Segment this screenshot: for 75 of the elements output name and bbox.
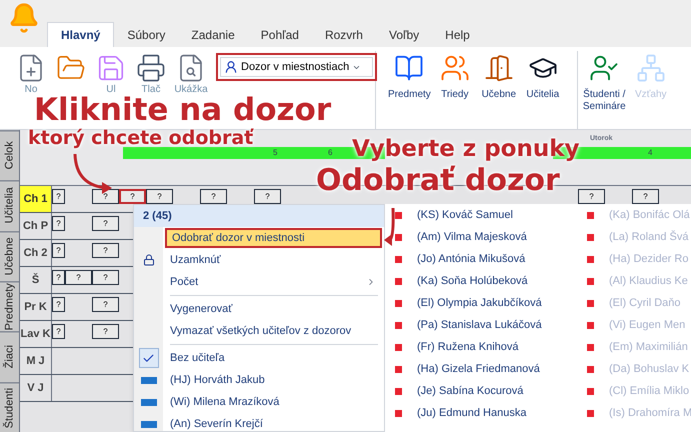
side-tab[interactable]: Učebne	[0, 230, 19, 281]
person-check-icon[interactable]	[589, 53, 620, 83]
supervision-cell[interactable]: ?	[92, 270, 119, 285]
room-label[interactable]: Ch P	[20, 213, 52, 239]
menu-item[interactable]: (Ka) Soňa Holúbeková	[417, 272, 528, 290]
check-icon	[142, 352, 155, 364]
supervision-cell[interactable]: ?	[119, 189, 146, 204]
arrow-drawing	[384, 208, 395, 246]
period-number: 5	[273, 147, 278, 159]
lock-icon	[142, 254, 154, 266]
supervision-cell[interactable]: ?	[146, 189, 173, 204]
menu-item[interactable]: Uzamknúť	[165, 250, 382, 270]
book-icon[interactable]	[394, 53, 424, 83]
toolbar-button-label[interactable]: Učebne	[482, 89, 516, 101]
annotation-text: Vyberte z ponuky	[352, 138, 580, 161]
toolbar-button-label[interactable]: Predmety	[388, 89, 431, 101]
toolbar-button-label[interactable]: Triedy	[441, 89, 468, 101]
menu-item[interactable]: (Wi) Milena Mrazíková	[165, 392, 382, 412]
supervision-cell[interactable]: ?	[92, 216, 119, 231]
ribbon-tab[interactable]: Zadanie	[178, 22, 248, 47]
menu-item[interactable]: (Pa) Stanislava Lukáčová	[417, 316, 542, 334]
menu-header: 2 (45)	[134, 205, 384, 227]
menu-item[interactable]: (El) Olympia Jakubčíková	[417, 294, 542, 312]
menu-item[interactable]: (Fr) Ružena Knihová	[417, 338, 518, 356]
door-icon[interactable]	[484, 53, 514, 83]
side-tab[interactable]: Učitelia	[0, 180, 19, 231]
side-tab[interactable]: Celok	[0, 130, 19, 180]
side-tab[interactable]: Predmety	[0, 280, 19, 332]
period-number: 4	[648, 147, 652, 159]
ribbon-tab[interactable]: Help	[432, 22, 483, 47]
menu-item[interactable]: (KS) Kováč Samuel	[417, 206, 513, 224]
ribbon-tab[interactable]: Súbory	[114, 22, 178, 47]
menu-item[interactable]: Vymazať všetkých učiteľov z dozorov	[165, 321, 382, 341]
menu-item[interactable]: Vygenerovať	[165, 299, 382, 319]
ribbon-tab[interactable]: Pohľad	[248, 22, 312, 47]
menu-item[interactable]: (Jo) Antónia Mikušová	[417, 250, 526, 268]
menu-item[interactable]: (An) Severín Krejčí	[165, 414, 382, 432]
supervision-cell[interactable]: ?	[52, 270, 65, 285]
supervision-cell[interactable]: ?	[52, 297, 65, 312]
annotation-text: Kliknite na dozor	[34, 95, 332, 126]
menu-item[interactable]: (Ju) Edmund Hanuska	[417, 404, 526, 422]
menu-item[interactable]: Bez učiteľa	[165, 348, 382, 368]
supervision-cell[interactable]: ?	[92, 189, 119, 204]
ribbon-tab[interactable]: Voľby	[376, 22, 432, 47]
side-tab[interactable]: Študenti	[0, 382, 19, 432]
supervision-cell[interactable]: ?	[92, 324, 119, 339]
menu-item[interactable]: (Am) Vilma Majesková	[417, 228, 527, 246]
menu-item[interactable]: (Je) Sabína Kocurová	[417, 382, 524, 400]
side-tab[interactable]: Žiaci	[0, 331, 19, 382]
people-icon[interactable]	[440, 53, 470, 83]
supervision-cell[interactable]: ?	[52, 216, 65, 231]
menu-item[interactable]: Odobrať dozor v miestnosti	[165, 228, 382, 248]
menu-item[interactable]: Počet	[165, 272, 382, 292]
room-label[interactable]: Ch 1	[20, 186, 52, 212]
supervision-cell[interactable]: ?	[632, 189, 659, 204]
printer-icon[interactable]	[136, 53, 166, 83]
supervision-cell[interactable]: ?	[92, 297, 119, 312]
supervision-cell[interactable]: ?	[52, 243, 65, 258]
toolbar-button-label[interactable]: Učitelia	[526, 89, 560, 101]
supervision-cell[interactable]: ?	[254, 189, 281, 204]
ribbon-tab[interactable]: Hlavný	[47, 22, 114, 47]
view-dropdown[interactable]: Dozor v miestnostiach	[220, 57, 373, 77]
supervision-cell[interactable]: ?	[52, 189, 65, 204]
menu-item[interactable]: (Ha) Gizela Friedmanová	[417, 360, 540, 378]
menu-item[interactable]: (HJ) Horváth Jakub	[165, 370, 382, 390]
ribbon-tab[interactable]: Rozvrh	[312, 22, 376, 47]
supervision-cell[interactable]: ?	[92, 243, 119, 258]
room-label[interactable]: Lav K	[20, 321, 52, 347]
supervision-cell[interactable]: ?	[200, 189, 227, 204]
supervision-cell[interactable]: ?	[52, 324, 65, 339]
toolbar-button-label[interactable]: Študenti / Semináre	[580, 89, 628, 113]
annotation-text: ktorý chcete odobrať	[28, 129, 254, 148]
supervision-cell[interactable]: ?	[578, 189, 605, 204]
supervision-cell[interactable]: ?	[65, 270, 92, 285]
period-number: 6	[328, 147, 332, 159]
